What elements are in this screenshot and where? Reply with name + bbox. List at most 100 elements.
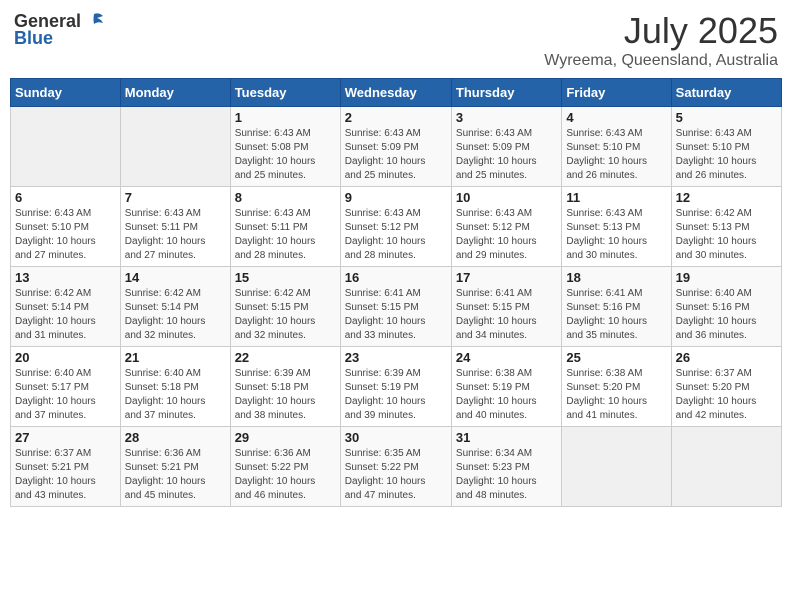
calendar-header-row: SundayMondayTuesdayWednesdayThursdayFrid… [11,79,782,107]
column-header-friday: Friday [562,79,671,107]
day-number: 25 [566,350,666,365]
column-header-monday: Monday [120,79,230,107]
day-number: 19 [676,270,777,285]
calendar-cell: 22 Sunrise: 6:39 AMSunset: 5:18 PMDayligh… [230,347,340,427]
day-number: 15 [235,270,336,285]
day-number: 17 [456,270,557,285]
calendar-cell: 24Sunrise: 6:38 AMSunset: 5:19 PMDayligh… [451,347,561,427]
calendar-cell: 2 Sunrise: 6:43 AMSunset: 5:09 PMDaylight… [340,107,451,187]
day-number: 4 [566,110,666,125]
calendar-week-2: 6Sunrise: 6:43 AMSunset: 5:10 PMDaylight… [11,187,782,267]
day-number: 31 [456,430,557,445]
column-header-tuesday: Tuesday [230,79,340,107]
day-number: 28 [125,430,226,445]
day-info: Sunrise: 6:38 AMSunset: 5:20 PMDaylight:… [566,367,666,423]
calendar-cell [671,427,781,507]
day-number: 6 [15,190,116,205]
calendar-cell: 14 Sunrise: 6:42 AMSunset: 5:14 PMDayligh… [120,267,230,347]
day-number: 21 [125,350,226,365]
day-info: Sunrise: 6:43 AMSunset: 5:12 PMDaylight:… [456,207,557,263]
day-number: 14 [125,270,226,285]
calendar-cell: 9 Sunrise: 6:43 AMSunset: 5:12 PMDaylight… [340,187,451,267]
calendar-cell: 20 Sunrise: 6:40 AMSunset: 5:17 PMDayligh… [11,347,121,427]
day-number: 29 [235,430,336,445]
calendar-table: SundayMondayTuesdayWednesdayThursdayFrid… [10,78,782,507]
calendar-cell: 13 Sunrise: 6:42 AMSunset: 5:14 PMDayligh… [11,267,121,347]
calendar-cell: 8 Sunrise: 6:43 AMSunset: 5:11 PMDaylight… [230,187,340,267]
day-info: Sunrise: 6:43 AMSunset: 5:09 PMDaylight:… [456,127,557,183]
day-number: 26 [676,350,777,365]
calendar-week-4: 20 Sunrise: 6:40 AMSunset: 5:17 PMDayligh… [11,347,782,427]
calendar-cell [120,107,230,187]
calendar-cell [562,427,671,507]
day-number: 30 [345,430,447,445]
calendar-cell: 4 Sunrise: 6:43 AMSunset: 5:10 PMDaylight… [562,107,671,187]
day-info: Sunrise: 6:42 AMSunset: 5:15 PMDaylight:… [235,287,336,343]
calendar-cell: 26 Sunrise: 6:37 AMSunset: 5:20 PMDayligh… [671,347,781,427]
day-info: Sunrise: 6:43 AMSunset: 5:11 PMDaylight:… [125,207,226,263]
day-number: 13 [15,270,116,285]
calendar-cell: 17 Sunrise: 6:41 AMSunset: 5:15 PMDayligh… [451,267,561,347]
day-number: 2 [345,110,447,125]
calendar-cell: 18 Sunrise: 6:41 AMSunset: 5:16 PMDayligh… [562,267,671,347]
day-info: Sunrise: 6:40 AMSunset: 5:18 PMDaylight:… [125,367,226,423]
day-info: Sunrise: 6:37 AMSunset: 5:20 PMDaylight:… [676,367,777,423]
day-info: Sunrise: 6:42 AMSunset: 5:14 PMDaylight:… [125,287,226,343]
calendar-cell: 30 Sunrise: 6:35 AMSunset: 5:22 PMDayligh… [340,427,451,507]
day-number: 1 [235,110,336,125]
day-number: 8 [235,190,336,205]
day-number: 5 [676,110,777,125]
day-info: Sunrise: 6:39 AMSunset: 5:19 PMDaylight:… [345,367,447,423]
calendar-cell: 3Sunrise: 6:43 AMSunset: 5:09 PMDaylight… [451,107,561,187]
day-info: Sunrise: 6:35 AMSunset: 5:22 PMDaylight:… [345,447,447,503]
day-info: Sunrise: 6:43 AMSunset: 5:12 PMDaylight:… [345,207,447,263]
calendar-cell: 10Sunrise: 6:43 AMSunset: 5:12 PMDayligh… [451,187,561,267]
calendar-cell: 7 Sunrise: 6:43 AMSunset: 5:11 PMDaylight… [120,187,230,267]
title-block: July 2025 Wyreema, Queensland, Australia [544,10,778,70]
day-info: Sunrise: 6:43 AMSunset: 5:08 PMDaylight:… [235,127,336,183]
day-info: Sunrise: 6:36 AMSunset: 5:21 PMDaylight:… [125,447,226,503]
calendar-week-1: 1 Sunrise: 6:43 AMSunset: 5:08 PMDaylight… [11,107,782,187]
day-info: Sunrise: 6:34 AMSunset: 5:23 PMDaylight:… [456,447,557,503]
calendar-cell: 6Sunrise: 6:43 AMSunset: 5:10 PMDaylight… [11,187,121,267]
day-number: 20 [15,350,116,365]
calendar-cell: 1 Sunrise: 6:43 AMSunset: 5:08 PMDaylight… [230,107,340,187]
day-number: 7 [125,190,226,205]
day-number: 18 [566,270,666,285]
calendar-week-5: 27 Sunrise: 6:37 AMSunset: 5:21 PMDayligh… [11,427,782,507]
day-info: Sunrise: 6:43 AMSunset: 5:10 PMDaylight:… [676,127,777,183]
day-info: Sunrise: 6:40 AMSunset: 5:17 PMDaylight:… [15,367,116,423]
day-number: 9 [345,190,447,205]
column-header-sunday: Sunday [11,79,121,107]
calendar-cell: 12Sunrise: 6:42 AMSunset: 5:13 PMDayligh… [671,187,781,267]
day-info: Sunrise: 6:36 AMSunset: 5:22 PMDaylight:… [235,447,336,503]
calendar-cell: 25 Sunrise: 6:38 AMSunset: 5:20 PMDayligh… [562,347,671,427]
calendar-cell: 16Sunrise: 6:41 AMSunset: 5:15 PMDayligh… [340,267,451,347]
calendar-cell: 29 Sunrise: 6:36 AMSunset: 5:22 PMDayligh… [230,427,340,507]
day-info: Sunrise: 6:43 AMSunset: 5:13 PMDaylight:… [566,207,666,263]
day-number: 27 [15,430,116,445]
day-info: Sunrise: 6:40 AMSunset: 5:16 PMDaylight:… [676,287,777,343]
page-header: General Blue July 2025 Wyreema, Queensla… [10,10,782,70]
day-info: Sunrise: 6:42 AMSunset: 5:13 PMDaylight:… [676,207,777,263]
day-info: Sunrise: 6:42 AMSunset: 5:14 PMDaylight:… [15,287,116,343]
day-info: Sunrise: 6:41 AMSunset: 5:16 PMDaylight:… [566,287,666,343]
day-number: 16 [345,270,447,285]
day-info: Sunrise: 6:43 AMSunset: 5:09 PMDaylight:… [345,127,447,183]
column-header-thursday: Thursday [451,79,561,107]
logo: General Blue [14,10,105,49]
day-info: Sunrise: 6:37 AMSunset: 5:21 PMDaylight:… [15,447,116,503]
logo-blue-text: Blue [14,28,53,49]
calendar-cell: 19 Sunrise: 6:40 AMSunset: 5:16 PMDayligh… [671,267,781,347]
calendar-cell: 11Sunrise: 6:43 AMSunset: 5:13 PMDayligh… [562,187,671,267]
calendar-cell: 28 Sunrise: 6:36 AMSunset: 5:21 PMDayligh… [120,427,230,507]
day-info: Sunrise: 6:43 AMSunset: 5:11 PMDaylight:… [235,207,336,263]
day-number: 22 [235,350,336,365]
calendar-cell: 21 Sunrise: 6:40 AMSunset: 5:18 PMDayligh… [120,347,230,427]
day-info: Sunrise: 6:41 AMSunset: 5:15 PMDaylight:… [456,287,557,343]
column-header-wednesday: Wednesday [340,79,451,107]
calendar-cell: 31 Sunrise: 6:34 AMSunset: 5:23 PMDayligh… [451,427,561,507]
day-info: Sunrise: 6:43 AMSunset: 5:10 PMDaylight:… [566,127,666,183]
day-info: Sunrise: 6:39 AMSunset: 5:18 PMDaylight:… [235,367,336,423]
column-header-saturday: Saturday [671,79,781,107]
